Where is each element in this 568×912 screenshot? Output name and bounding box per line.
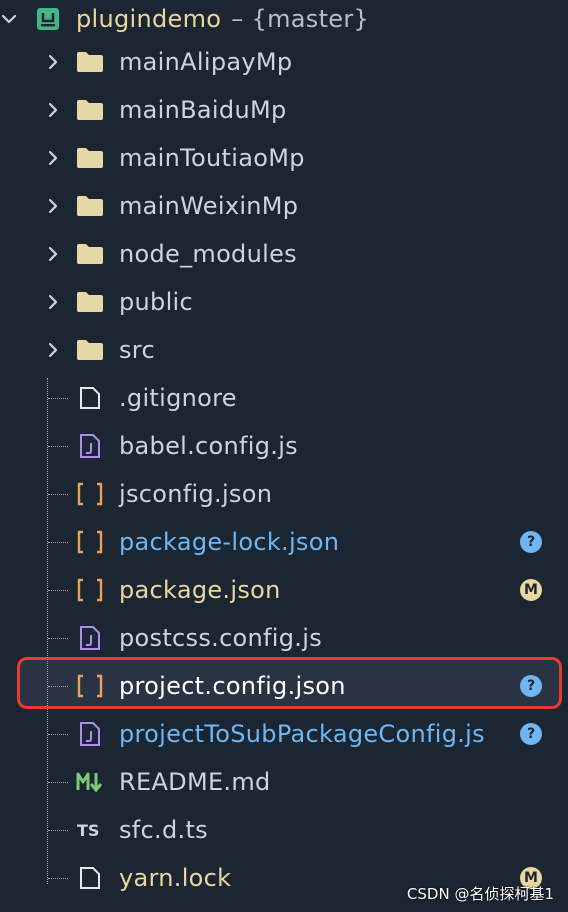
folder-icon: [76, 290, 104, 314]
file-label: README.md: [119, 768, 271, 796]
tree-guide-line: [48, 446, 68, 447]
file-label: jsconfig.json: [119, 480, 273, 508]
file-row[interactable]: postcss.config.js: [0, 614, 568, 662]
tree-guide-line: [48, 830, 68, 831]
js-file-icon: [76, 434, 104, 458]
chevron-right-icon[interactable]: [44, 149, 62, 167]
json-icon: [76, 482, 104, 506]
file-label: postcss.config.js: [119, 624, 323, 652]
tree-guide-line: [48, 782, 68, 783]
js-file-icon: [76, 722, 104, 746]
folder-icon: [76, 194, 104, 218]
folder-row[interactable]: node_modules: [0, 230, 568, 278]
js-file-icon: [76, 626, 104, 650]
folder-label: node_modules: [119, 240, 297, 268]
chevron-down-icon[interactable]: [0, 10, 18, 28]
folder-label: src: [119, 336, 155, 364]
file-tree: plugindemo – {master} mainAlipayMp mainBa…: [0, 0, 568, 902]
modified-badge: M: [520, 579, 542, 601]
file-label: projectToSubPackageConfig.js: [119, 720, 485, 748]
folder-label: public: [119, 288, 194, 316]
tree-guide-line: [48, 878, 68, 879]
file-label: package-lock.json: [119, 528, 340, 556]
folder-label: mainAlipayMp: [119, 48, 293, 76]
file-row[interactable]: package-lock.json ?: [0, 518, 568, 566]
file-label: sfc.d.ts: [119, 816, 208, 844]
file-row[interactable]: .gitignore: [0, 374, 568, 422]
file-row[interactable]: package.json M: [0, 566, 568, 614]
folder-icon: [76, 338, 104, 362]
tree-guide-line: [48, 686, 68, 687]
file-row[interactable]: babel.config.js: [0, 422, 568, 470]
folder-label: mainBaiduMp: [119, 96, 287, 124]
file-label: babel.config.js: [119, 432, 298, 460]
markdown-icon: [76, 770, 104, 794]
root-label: plugindemo – {master}: [76, 5, 369, 33]
file-label: project.config.json: [119, 672, 346, 700]
tree-guide-line: [48, 542, 68, 543]
json-icon: [76, 674, 104, 698]
chevron-right-icon[interactable]: [44, 341, 62, 359]
folder-row[interactable]: public: [0, 278, 568, 326]
folder-row[interactable]: mainBaiduMp: [0, 86, 568, 134]
file-label: yarn.lock: [119, 864, 232, 892]
tree-guide-line: [48, 494, 68, 495]
file-row[interactable]: project.config.json ?: [0, 662, 568, 710]
vue-project-icon: [34, 7, 62, 31]
chevron-right-icon[interactable]: [44, 53, 62, 71]
chevron-right-icon[interactable]: [44, 293, 62, 311]
chevron-right-icon[interactable]: [44, 245, 62, 263]
file-row[interactable]: README.md: [0, 758, 568, 806]
folder-icon: [76, 50, 104, 74]
file-label: .gitignore: [119, 384, 237, 412]
untracked-badge: ?: [520, 531, 542, 553]
file-icon: [76, 386, 104, 410]
tree-guide-line: [48, 638, 68, 639]
file-label: package.json: [119, 576, 281, 604]
branch-label: – {master}: [231, 5, 370, 33]
json-icon: [76, 530, 104, 554]
project-name: plugindemo: [76, 5, 222, 33]
watermark: CSDN @名侦探柯基1: [406, 885, 554, 903]
tree-guide-line: [48, 590, 68, 591]
tree-guide-vertical: [47, 378, 48, 884]
folder-row[interactable]: mainWeixinMp: [0, 182, 568, 230]
untracked-badge: ?: [520, 723, 542, 745]
untracked-badge: ?: [520, 675, 542, 697]
tree-root-plugindemo[interactable]: plugindemo – {master}: [0, 0, 568, 38]
folder-row[interactable]: src: [0, 326, 568, 374]
chevron-right-icon[interactable]: [44, 197, 62, 215]
folder-icon: [76, 98, 104, 122]
folder-label: mainWeixinMp: [119, 192, 299, 220]
file-row[interactable]: projectToSubPackageConfig.js ?: [0, 710, 568, 758]
folder-row[interactable]: mainToutiaoMp: [0, 134, 568, 182]
folder-label: mainToutiaoMp: [119, 144, 305, 172]
json-icon: [76, 578, 104, 602]
folder-row[interactable]: mainAlipayMp: [0, 38, 568, 86]
svg-text:TS: TS: [77, 821, 99, 840]
file-row[interactable]: jsconfig.json: [0, 470, 568, 518]
chevron-right-icon[interactable]: [44, 101, 62, 119]
typescript-icon: TS: [76, 818, 104, 842]
tree-guide-line: [48, 734, 68, 735]
folder-icon: [76, 242, 104, 266]
file-row[interactable]: TS sfc.d.ts: [0, 806, 568, 854]
tree-guide-line: [48, 398, 68, 399]
folder-icon: [76, 146, 104, 170]
file-icon: [76, 866, 104, 890]
